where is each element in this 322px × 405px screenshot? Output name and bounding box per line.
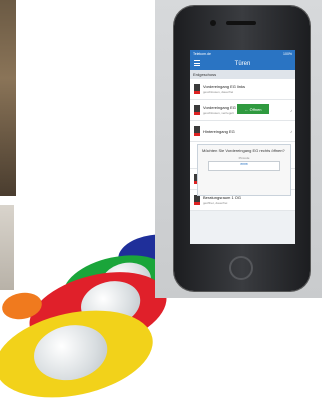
door-status: geöffnet, dauerfrei xyxy=(203,201,228,205)
open-door-dialog: Möchten Sie Vordereingang EG rechts öffn… xyxy=(197,144,291,196)
nav-bar: Türen xyxy=(190,57,295,70)
door-row[interactable]: Vordereingang EG links geschlossen, daue… xyxy=(190,79,295,100)
door-icon xyxy=(194,105,200,115)
door-status: geschlossen, dauerfrei xyxy=(203,90,234,94)
status-bar: Telekom.de 100% xyxy=(190,50,295,57)
speaker xyxy=(226,21,256,25)
page-title: Türen xyxy=(234,60,251,67)
background-photo-strip xyxy=(0,0,16,196)
open-button[interactable]: ← Öffnen xyxy=(237,104,269,114)
battery-label: 100% xyxy=(283,51,292,56)
home-button[interactable] xyxy=(229,256,253,280)
door-icon xyxy=(194,126,200,136)
pin-label: Pincode xyxy=(238,156,250,160)
door-name: Vordereingang EG links xyxy=(203,84,246,89)
menu-icon[interactable] xyxy=(194,60,200,66)
section-header: Erdgeschoss xyxy=(190,70,295,79)
open-button-label: Öffnen xyxy=(249,106,262,112)
carrier-label: Telekom.de xyxy=(193,51,211,56)
camera xyxy=(210,20,216,26)
bell-icon: ♪ xyxy=(290,108,292,113)
door-icon xyxy=(194,195,200,205)
dialog-question: Möchten Sie Vordereingang EG rechts öffn… xyxy=(202,148,285,153)
pin-input[interactable]: **** xyxy=(208,161,280,171)
smartphone: Telekom.de 100% Türen Erdgeschoss Vorder… xyxy=(174,6,310,291)
phone-screen: Telekom.de 100% Türen Erdgeschoss Vorder… xyxy=(190,50,295,244)
keyfob-button xyxy=(28,318,113,387)
door-row[interactable]: Hintereingang EG ♪ xyxy=(190,121,295,142)
door-name: Hintereingang EG xyxy=(203,128,235,134)
bell-icon: ♪ xyxy=(290,129,292,134)
door-icon xyxy=(194,84,200,94)
